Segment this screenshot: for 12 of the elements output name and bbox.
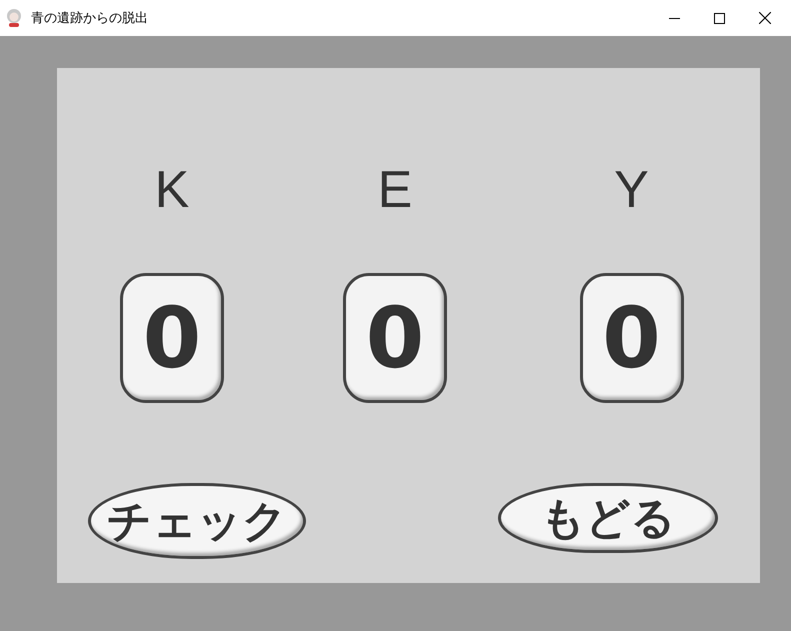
key-letter: E — [378, 160, 412, 220]
check-button[interactable]: チェック — [88, 483, 306, 559]
back-button[interactable]: もどる — [498, 483, 718, 553]
key-letter: K — [154, 160, 190, 220]
key-letter: Y — [614, 160, 649, 220]
digit-dial[interactable]: 0 — [580, 273, 684, 403]
close-icon[interactable] — [759, 12, 771, 24]
avatar-icon — [5, 8, 23, 28]
digit-dial[interactable]: 0 — [120, 273, 224, 403]
digit-dial[interactable]: 0 — [343, 273, 447, 403]
maximize-icon[interactable] — [714, 12, 725, 24]
window-title: 青の遺跡からの脱出 — [31, 10, 148, 27]
